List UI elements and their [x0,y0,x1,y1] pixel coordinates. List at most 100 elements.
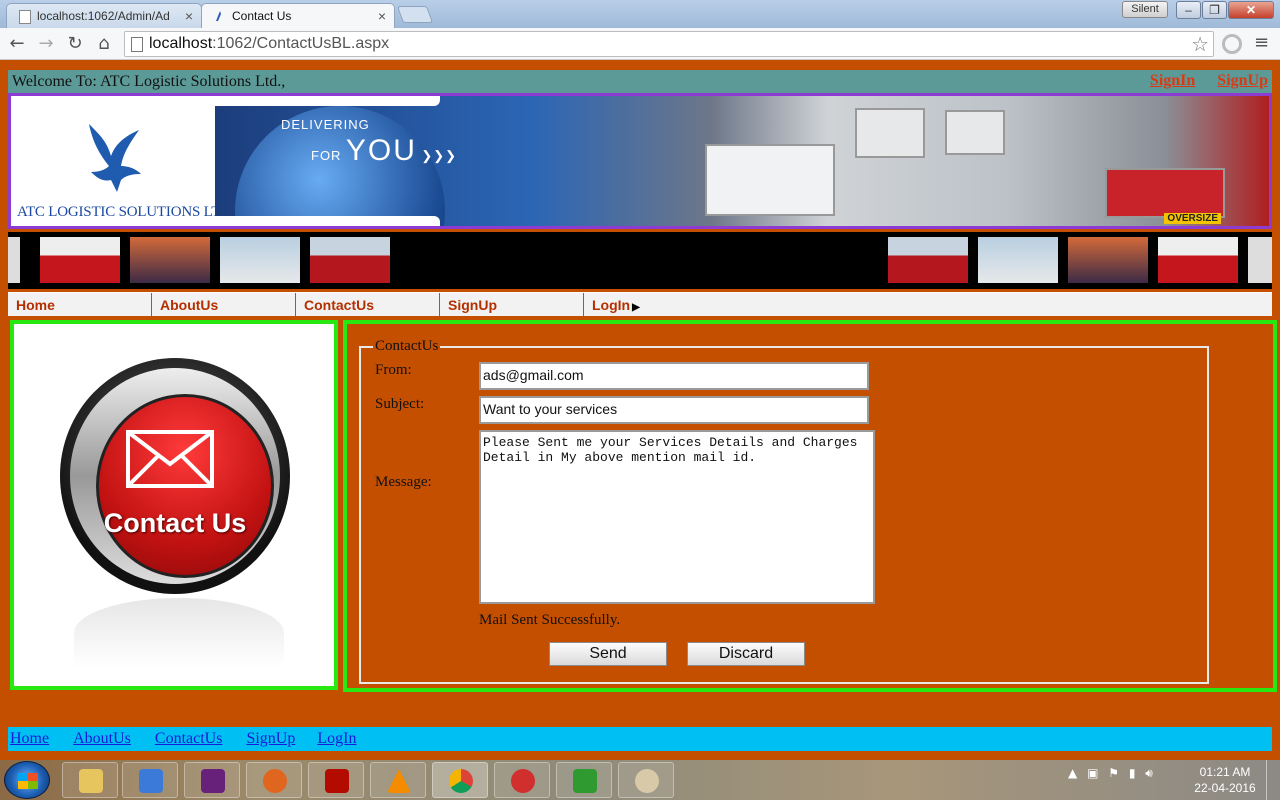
back-arrow-icon[interactable]: ← [6,33,28,55]
address-bar[interactable]: localhost:1062/ContactUsBL.aspx ☆ [124,31,1214,57]
show-desktop-button[interactable] [1266,760,1280,800]
footer-link-signup[interactable]: SignUp [246,730,295,747]
contact-image-text: Contact Us [103,508,247,538]
system-tray: ▲ ▣ ⚑ ▮ 🔊︎ [1068,766,1159,794]
menu-label: LogIn [592,297,631,313]
fieldset-legend: ContactUs [373,338,441,355]
truck-image [1105,168,1225,218]
taskbar-paint[interactable] [618,762,674,798]
taskbar-chrome[interactable] [432,762,488,798]
tab-admin[interactable]: localhost:1062/Admin/Ad × [6,3,202,28]
taskbar-visual-studio[interactable] [184,762,240,798]
menu-label: AboutUs [160,297,219,313]
media-player-icon [139,769,163,793]
menu-item-home[interactable]: Home [8,293,152,317]
silent-badge: Silent [1122,1,1168,18]
paint-icon [635,769,659,793]
maximize-button[interactable]: ❐ [1202,1,1227,19]
volume-icon[interactable]: 🔊︎ [1145,766,1153,780]
tab-strip: localhost:1062/Admin/Ad × Contact Us × S… [0,0,1280,28]
contact-us-graphic: Contact Us [60,358,290,594]
sd-app-icon [573,769,597,793]
from-field[interactable]: ads@gmail.com [479,362,869,390]
contact-form-panel: ContactUs From: ads@gmail.com Subject: W… [343,320,1277,692]
footer-link-home[interactable]: Home [10,730,49,747]
menu-label: ContactUs [304,297,375,313]
tagline-arrows: ❯❯❯ [421,148,458,163]
oversize-sign: OVERSIZE [1164,213,1221,224]
firefox-icon [263,769,287,793]
system-clock[interactable]: 01:21 AM 22-04-2016 [1190,764,1260,796]
menu-item-contactus[interactable]: ContactUs [296,293,440,317]
close-icon[interactable]: × [185,8,193,24]
taskbar-ccleaner[interactable] [494,762,550,798]
forward-arrow-icon[interactable]: → [35,33,57,55]
send-button[interactable]: Send [549,642,667,666]
signup-link[interactable]: SignUp [1217,72,1268,89]
address-host: localhost [149,35,213,52]
truck-thumbnail [888,237,968,283]
status-message: Mail Sent Successfully. [479,612,621,628]
taskbar-acrobat[interactable] [308,762,364,798]
message-textarea[interactable]: Please Sent me your Services Details and… [479,430,875,604]
windows-logo-icon [18,773,38,789]
bookmark-star-icon[interactable]: ☆ [1191,32,1209,57]
subject-field[interactable]: Want to your services [479,396,869,424]
message-label: Message: [375,474,432,490]
menu-item-aboutus[interactable]: AboutUs [152,293,296,317]
vlc-icon [387,769,411,793]
truck-thumbnail [1158,237,1238,283]
close-window-button[interactable]: ✕ [1228,1,1274,19]
eagle-logo-icon [89,124,141,192]
footer-link-aboutus[interactable]: AboutUs [73,730,131,747]
menu-icon[interactable]: ≡ [1254,34,1270,52]
page-icon [19,10,31,24]
menu-item-login[interactable]: LogIn ▶ [584,293,728,317]
taskbar: ▲ ▣ ⚑ ▮ 🔊︎ 01:21 AM 22-04-2016 [0,760,1280,800]
page-content: Welcome To: ATC Logistic Solutions Ltd.,… [0,61,1280,760]
tray-expand-icon[interactable]: ▲ [1068,766,1077,780]
taskbar-vlc[interactable] [370,762,426,798]
clock-time: 01:21 AM [1199,765,1251,779]
acrobat-icon [325,769,349,793]
page-icon [131,37,143,52]
truck-thumbnail [978,237,1058,283]
menu-item-signup[interactable]: SignUp [440,293,584,317]
taskbar-firefox[interactable] [246,762,302,798]
truck-thumbnail [310,237,390,283]
security-icon[interactable]: ⚑ [1108,766,1119,780]
footer-link-login[interactable]: LogIn [317,730,356,747]
truck-thumbnail [220,237,300,283]
tab-title: localhost:1062/Admin/Ad [37,9,170,23]
close-icon[interactable]: × [378,8,386,24]
tagline-for: FOR [311,148,342,163]
battery-icon[interactable]: ▮ [1129,766,1136,780]
discard-button[interactable]: Discard [687,642,805,666]
start-button[interactable] [4,761,50,799]
signin-link[interactable]: SignIn [1150,72,1195,89]
welcome-text: Welcome To: ATC Logistic Solutions Ltd., [12,73,286,90]
new-tab-button[interactable] [396,6,434,23]
banner-strip-bottom [215,216,440,226]
truck-thumbnail [40,237,120,283]
network-icon[interactable]: ▣ [1087,766,1098,780]
chrome-icon [449,769,473,793]
truck-thumbnail [8,237,20,283]
truck-thumbnail [130,237,210,283]
banner-strip-top [215,96,440,106]
truck-image [705,144,835,216]
truck-image [855,108,925,158]
taskbar-media-player[interactable] [122,762,178,798]
extension-icon[interactable] [1222,34,1242,54]
home-icon[interactable]: ⌂ [93,33,115,55]
footer-link-contactus[interactable]: ContactUs [155,730,223,747]
truck-gallery-strip [8,232,1272,289]
clock-date: 22-04-2016 [1194,781,1256,795]
tab-contact-us[interactable]: Contact Us × [201,3,395,28]
banner-image: DELIVERING FOR YOU ❯❯❯ OVERSIZE [215,96,1269,226]
taskbar-explorer[interactable] [62,762,118,798]
main-menu: Home AboutUs ContactUs SignUp LogIn ▶ [8,292,1272,317]
taskbar-sd-app[interactable] [556,762,612,798]
minimize-button[interactable]: – [1176,1,1201,19]
reload-icon[interactable]: ↻ [64,33,86,55]
